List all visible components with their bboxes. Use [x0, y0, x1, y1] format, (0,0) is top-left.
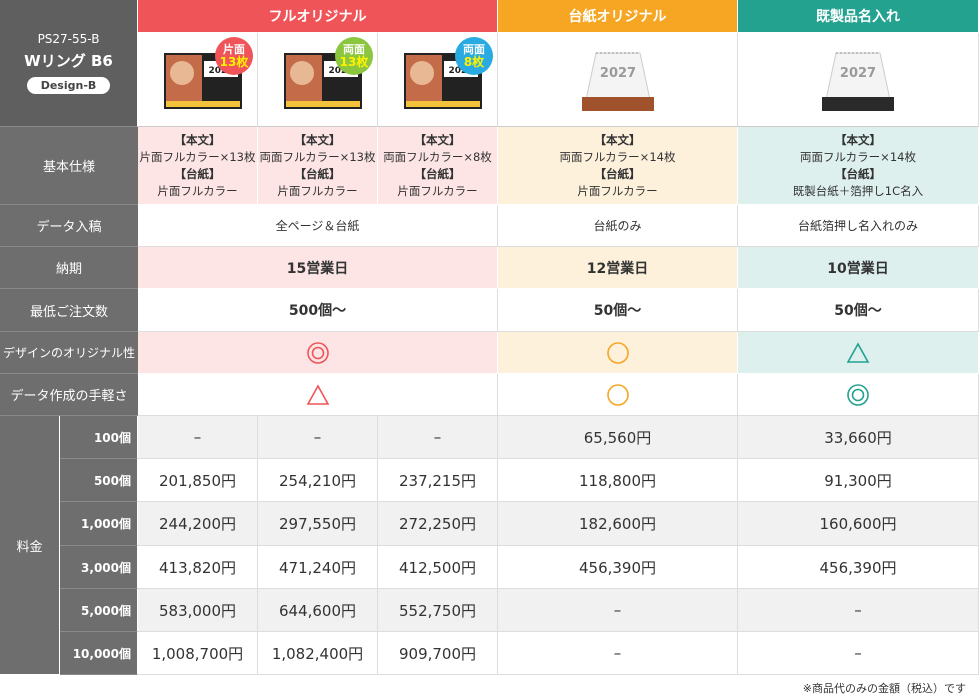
- price-cell: 118,800円: [498, 459, 738, 502]
- calendar-image-full-3: 2027 両面 8枚: [378, 33, 498, 127]
- delivery-full: 15営業日: [138, 247, 498, 289]
- spec-full-1: 【本文】 片面フルカラー×13枚 【台紙】 片面フルカラー: [138, 127, 258, 205]
- row-label-data-entry: データ入稿: [0, 205, 138, 247]
- price-cell: 237,215円: [378, 459, 498, 502]
- price-cell: 272,250円: [378, 502, 498, 546]
- product-name: Wリング B6: [24, 52, 113, 70]
- price-cell: 297,550円: [258, 502, 378, 546]
- triangle-icon: [306, 383, 329, 405]
- calendar-image-kisei: 2027: [738, 33, 979, 127]
- data-entry-daishi: 台紙のみ: [498, 205, 738, 247]
- qty-label: 500個: [60, 459, 138, 502]
- price-cell: 644,600円: [258, 589, 378, 632]
- badge-one-side-13: 片面 13枚: [215, 37, 253, 75]
- circle-icon: [606, 341, 629, 364]
- product-code: PS27-55-B: [37, 32, 100, 46]
- ease-kisei: [738, 374, 979, 416]
- double-circle-icon: [847, 383, 869, 406]
- row-label-originality: デザインのオリジナル性: [0, 332, 138, 374]
- price-cell: –: [738, 632, 979, 675]
- qty-label: 1,000個: [60, 502, 138, 546]
- data-entry-full: 全ページ＆台紙: [138, 205, 498, 247]
- price-cell: 1,008,700円: [138, 632, 258, 675]
- price-cell: 456,390円: [498, 546, 738, 589]
- price-cell: 552,750円: [378, 589, 498, 632]
- price-cell: 412,500円: [378, 546, 498, 589]
- qty-label: 10,000個: [60, 632, 138, 675]
- price-cell: 583,000円: [138, 589, 258, 632]
- price-cell: 909,700円: [378, 632, 498, 675]
- price-cell: 182,600円: [498, 502, 738, 546]
- price-comparison-table: PS27-55-B Wリング B6 Design-B フルオリジナル 台紙オリジ…: [0, 0, 979, 675]
- price-cell: 456,390円: [738, 546, 979, 589]
- min-order-full: 500個〜: [138, 289, 498, 332]
- price-cell: 471,240円: [258, 546, 378, 589]
- design-pill: Design-B: [26, 77, 111, 94]
- calendar-black-icon: 2027: [822, 52, 894, 111]
- price-cell: –: [378, 416, 498, 459]
- ease-daishi: [498, 374, 738, 416]
- header-daishi-original: 台紙オリジナル: [498, 0, 738, 33]
- price-cell: –: [138, 416, 258, 459]
- ease-full: [138, 374, 498, 416]
- price-cell: 91,300円: [738, 459, 979, 502]
- svg-text:2027: 2027: [840, 66, 876, 81]
- header-full-original: フルオリジナル: [138, 0, 498, 33]
- calendar-image-full-1: 2027 片面 13枚: [138, 33, 258, 127]
- spec-full-3: 【本文】 両面フルカラー×8枚 【台紙】 片面フルカラー: [378, 127, 498, 205]
- price-cell: 201,850円: [138, 459, 258, 502]
- badge-two-side-13: 両面 13枚: [335, 37, 373, 75]
- row-label-delivery: 納期: [0, 247, 138, 289]
- price-cell: –: [258, 416, 378, 459]
- delivery-daishi: 12営業日: [498, 247, 738, 289]
- product-cell: PS27-55-B Wリング B6 Design-B: [0, 0, 138, 127]
- calendar-image-daishi: 2027: [498, 33, 738, 127]
- footnote: ※商品代のみの金額（税込）です: [802, 682, 966, 695]
- spec-daishi: 【本文】 両面フルカラー×14枚 【台紙】 片面フルカラー: [498, 127, 738, 205]
- calendar-brown-icon: 2027: [582, 52, 654, 111]
- header-kisei-naire: 既製品名入れ: [738, 0, 979, 33]
- row-label-price: 料金: [0, 416, 60, 675]
- min-order-daishi: 50個〜: [498, 289, 738, 332]
- originality-daishi: [498, 332, 738, 374]
- double-circle-icon: [306, 341, 329, 364]
- originality-full: [138, 332, 498, 374]
- originality-kisei: [738, 332, 979, 374]
- badge-two-side-8: 両面 8枚: [455, 37, 493, 75]
- svg-text:2027: 2027: [600, 66, 636, 81]
- price-cell: 244,200円: [138, 502, 258, 546]
- spec-kisei: 【本文】 両面フルカラー×14枚 【台紙】 既製台紙＋箔押し1C名入: [738, 127, 979, 205]
- price-cell: 33,660円: [738, 416, 979, 459]
- qty-label: 5,000個: [60, 589, 138, 632]
- row-label-spec: 基本仕様: [0, 127, 138, 205]
- data-entry-kisei: 台紙箔押し名入れのみ: [738, 205, 979, 247]
- price-cell: 1,082,400円: [258, 632, 378, 675]
- price-cell: 160,600円: [738, 502, 979, 546]
- circle-icon: [606, 383, 629, 406]
- delivery-kisei: 10営業日: [738, 247, 979, 289]
- price-cell: –: [738, 589, 979, 632]
- price-cell: –: [498, 632, 738, 675]
- calendar-image-full-2: 2027 両面 13枚: [258, 33, 378, 127]
- min-order-kisei: 50個〜: [738, 289, 979, 332]
- price-cell: 254,210円: [258, 459, 378, 502]
- row-label-min-order: 最低ご注文数: [0, 289, 138, 332]
- qty-label: 3,000個: [60, 546, 138, 589]
- row-label-ease: データ作成の手軽さ: [0, 374, 138, 416]
- price-cell: 413,820円: [138, 546, 258, 589]
- price-cell: 65,560円: [498, 416, 738, 459]
- triangle-icon: [846, 341, 870, 363]
- spec-full-2: 【本文】 両面フルカラー×13枚 【台紙】 片面フルカラー: [258, 127, 378, 205]
- qty-label: 100個: [60, 416, 138, 459]
- price-cell: –: [498, 589, 738, 632]
